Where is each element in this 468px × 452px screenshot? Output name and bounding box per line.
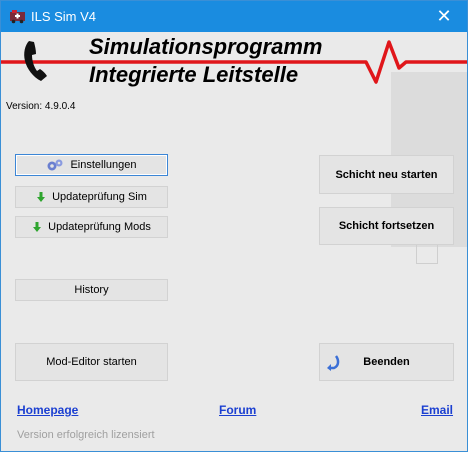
header-title-line2: Integrierte Leitstelle [89, 62, 299, 87]
return-arrow-icon [327, 355, 340, 371]
mod-editor-button-label: Mod-Editor starten [46, 356, 137, 368]
new-shift-button[interactable]: Schicht neu starten [319, 155, 454, 194]
update-mods-button-label: Updateprüfung Mods [48, 221, 151, 233]
continue-shift-button-label: Schicht fortsetzen [338, 220, 435, 232]
update-sim-button-label: Updateprüfung Sim [52, 191, 147, 203]
settings-button[interactable]: Einstellungen [15, 154, 168, 176]
new-shift-button-label: Schicht neu starten [335, 168, 438, 181]
mod-editor-button[interactable]: Mod-Editor starten [15, 343, 168, 381]
settings-button-label: Einstellungen [70, 159, 137, 171]
license-status: Version erfolgreich lizensiert [17, 429, 155, 441]
phone-icon [24, 41, 47, 81]
quit-button[interactable]: Beenden [319, 343, 454, 381]
ambulance-icon [10, 10, 25, 24]
arrow-down-icon [37, 192, 46, 202]
arrow-down-icon [33, 222, 42, 232]
main-content: Simulationsprogramm Integrierte Leitstel… [1, 32, 467, 451]
history-button[interactable]: History [15, 279, 168, 301]
version-label: Version: 4.9.0.4 [6, 101, 76, 112]
forum-link[interactable]: Forum [219, 403, 256, 417]
gears-icon [47, 159, 63, 171]
update-sim-button[interactable]: Updateprüfung Sim [15, 186, 168, 208]
app-window: ILS Sim V4 ✕ Simulationsprogramm Integri… [0, 0, 468, 452]
close-button[interactable]: ✕ [421, 1, 467, 32]
quit-button-label: Beenden [363, 356, 410, 368]
header-title-line1: Simulationsprogramm [89, 34, 323, 59]
update-mods-button[interactable]: Updateprüfung Mods [15, 216, 168, 238]
background-box [416, 242, 438, 264]
title-bar[interactable]: ILS Sim V4 ✕ [1, 1, 467, 32]
email-link[interactable]: Email [421, 403, 453, 417]
history-button-label: History [74, 284, 109, 296]
close-icon: ✕ [436, 6, 452, 26]
continue-shift-button[interactable]: Schicht fortsetzen [319, 207, 454, 245]
homepage-link[interactable]: Homepage [17, 403, 78, 417]
window-title: ILS Sim V4 [31, 9, 97, 24]
